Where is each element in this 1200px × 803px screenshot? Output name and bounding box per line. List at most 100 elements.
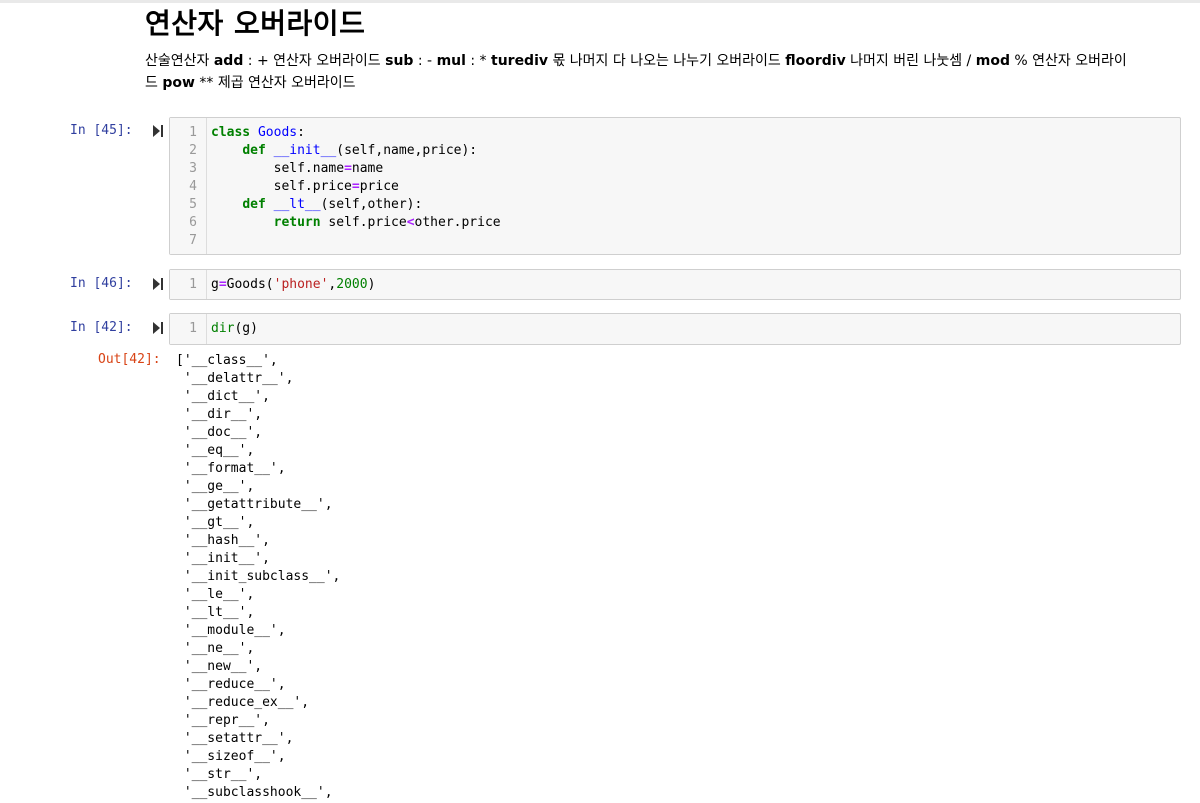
code-line[interactable]: 7 bbox=[170, 232, 1180, 250]
markdown-cell: 연산자 오버라이드 산술연산자 add : + 연산자 오버라이드 sub : … bbox=[145, 6, 1185, 94]
code-line[interactable]: 4 self.price=price bbox=[170, 178, 1180, 196]
markdown-text: : * bbox=[465, 53, 491, 69]
markdown-paragraph-line-1: 산술연산자 add : + 연산자 오버라이드 sub : - mul : * … bbox=[145, 53, 1127, 69]
markdown-text: 몫 나머지 다 나오는 나누기 오버라이드 bbox=[548, 53, 786, 69]
code-token: self.name bbox=[211, 161, 345, 176]
cell-prompt-in-42: In [42]: bbox=[70, 320, 133, 335]
code-token: __init__ bbox=[273, 143, 337, 158]
output-line: '__ge__', bbox=[176, 479, 255, 494]
output-line: '__lt__', bbox=[176, 605, 255, 620]
output-line: '__dir__', bbox=[176, 407, 263, 422]
markdown-bold-term: floordiv bbox=[785, 53, 846, 69]
code-line[interactable]: 5 def __lt__(self,other): bbox=[170, 196, 1180, 214]
code-line[interactable]: 1 class Goods: bbox=[170, 124, 1180, 142]
code-line[interactable]: 1 dir(g) bbox=[170, 320, 1180, 338]
run-cell-icon[interactable] bbox=[152, 124, 164, 138]
markdown-bold-term: mod bbox=[975, 53, 1010, 69]
code-text[interactable]: class Goods: bbox=[211, 124, 305, 142]
code-line[interactable]: 2 def __init__(self,name,price): bbox=[170, 142, 1180, 160]
code-token: = bbox=[351, 179, 360, 194]
markdown-paragraph-line-2: 드 pow ** 제곱 연산자 오버라이드 bbox=[145, 75, 356, 91]
output-line: '__gt__', bbox=[176, 515, 255, 530]
code-token: self.price bbox=[211, 179, 352, 194]
output-line: '__init__', bbox=[176, 551, 270, 566]
output-line: '__repr__', bbox=[176, 713, 270, 728]
output-line: '__new__', bbox=[176, 659, 263, 674]
output-line: '__module__', bbox=[176, 623, 286, 638]
markdown-bold-term: add bbox=[213, 53, 244, 69]
code-token: g bbox=[211, 277, 219, 292]
output-line: ['__class__', bbox=[176, 353, 278, 368]
code-line[interactable]: 3 self.name=name bbox=[170, 160, 1180, 178]
code-cell-42[interactable]: 1 dir(g) bbox=[169, 313, 1181, 345]
output-line: '__str__', bbox=[176, 767, 263, 782]
run-cell-icon[interactable] bbox=[152, 321, 164, 335]
code-text[interactable]: dir(g) bbox=[211, 320, 258, 338]
markdown-bold-term: mul bbox=[436, 53, 466, 69]
code-token: 'phone' bbox=[273, 277, 329, 292]
cell-prompt-in-46: In [46]: bbox=[70, 276, 133, 291]
output-line: '__eq__', bbox=[176, 443, 255, 458]
output-line: '__format__', bbox=[176, 461, 286, 476]
output-line: '__doc__', bbox=[176, 425, 263, 440]
line-number: 1 bbox=[189, 125, 197, 140]
output-line: '__reduce__', bbox=[176, 677, 286, 692]
code-token: dir bbox=[211, 321, 235, 336]
code-token: Goods( bbox=[226, 277, 274, 292]
code-token: = bbox=[218, 277, 227, 292]
code-cell-45[interactable]: 1 class Goods: 2 def __init__(self,name,pr… bbox=[169, 117, 1181, 255]
markdown-text: : - bbox=[413, 53, 437, 69]
markdown-text: : + 연산자 오버라이드 bbox=[243, 53, 386, 69]
code-line[interactable]: 1 g=Goods('phone',2000) bbox=[170, 276, 1180, 294]
cell-output: ['__class__', '__delattr__', '__dict__',… bbox=[176, 352, 340, 802]
line-number: 4 bbox=[189, 179, 197, 194]
markdown-bold-term: sub bbox=[385, 53, 414, 69]
code-text[interactable]: self.name=name bbox=[211, 160, 384, 178]
line-number: 2 bbox=[189, 143, 197, 158]
code-text[interactable]: return self.price<other.price bbox=[211, 214, 501, 232]
output-line: '__subclasshook__', bbox=[176, 785, 333, 800]
code-token: Goods bbox=[257, 125, 298, 140]
markdown-bold-term: turediv bbox=[491, 53, 549, 69]
line-number: 5 bbox=[189, 197, 197, 212]
code-line[interactable]: 6 return self.price<other.price bbox=[170, 214, 1180, 232]
line-number: 7 bbox=[189, 233, 197, 248]
output-line: '__init_subclass__', bbox=[176, 569, 341, 584]
code-token: price bbox=[359, 179, 399, 194]
markdown-bold-term: pow bbox=[162, 75, 195, 91]
code-token: < bbox=[406, 215, 415, 230]
code-token: (self,other): bbox=[320, 197, 423, 212]
code-token: __lt__ bbox=[273, 197, 321, 212]
markdown-text: 산술연산자 bbox=[145, 53, 214, 69]
line-number: 3 bbox=[189, 161, 197, 176]
code-token: 2000 bbox=[336, 277, 368, 292]
code-token: name bbox=[351, 161, 384, 176]
output-line: '__ne__', bbox=[176, 641, 255, 656]
code-token: : bbox=[297, 125, 305, 140]
code-text[interactable]: def __lt__(self,other): bbox=[211, 196, 422, 214]
line-number: 1 bbox=[189, 277, 197, 292]
output-line: '__sizeof__', bbox=[176, 749, 286, 764]
code-token: def bbox=[242, 197, 266, 212]
markdown-text: 드 bbox=[145, 75, 163, 91]
code-text[interactable]: self.price=price bbox=[211, 178, 399, 196]
page-title: 연산자 오버라이드 bbox=[145, 7, 366, 40]
markdown-text: 나머지 버린 나눗셈 / bbox=[845, 53, 976, 69]
code-cell-46[interactable]: 1 g=Goods('phone',2000) bbox=[169, 269, 1181, 300]
run-cell-icon[interactable] bbox=[152, 277, 164, 291]
code-token: self.price bbox=[320, 215, 407, 230]
markdown-text: ** 제곱 연산자 오버라이드 bbox=[194, 75, 356, 91]
code-text[interactable]: g=Goods('phone',2000) bbox=[211, 276, 375, 294]
code-token: (g) bbox=[234, 321, 258, 336]
output-line: '__delattr__', bbox=[176, 371, 294, 386]
code-token: ) bbox=[367, 277, 376, 292]
code-text[interactable]: def __init__(self,name,price): bbox=[211, 142, 477, 160]
notebook-top-shade bbox=[0, 0, 1200, 3]
code-token: return bbox=[273, 215, 321, 230]
markdown-text: % 연산자 오버라이 bbox=[1009, 53, 1127, 69]
